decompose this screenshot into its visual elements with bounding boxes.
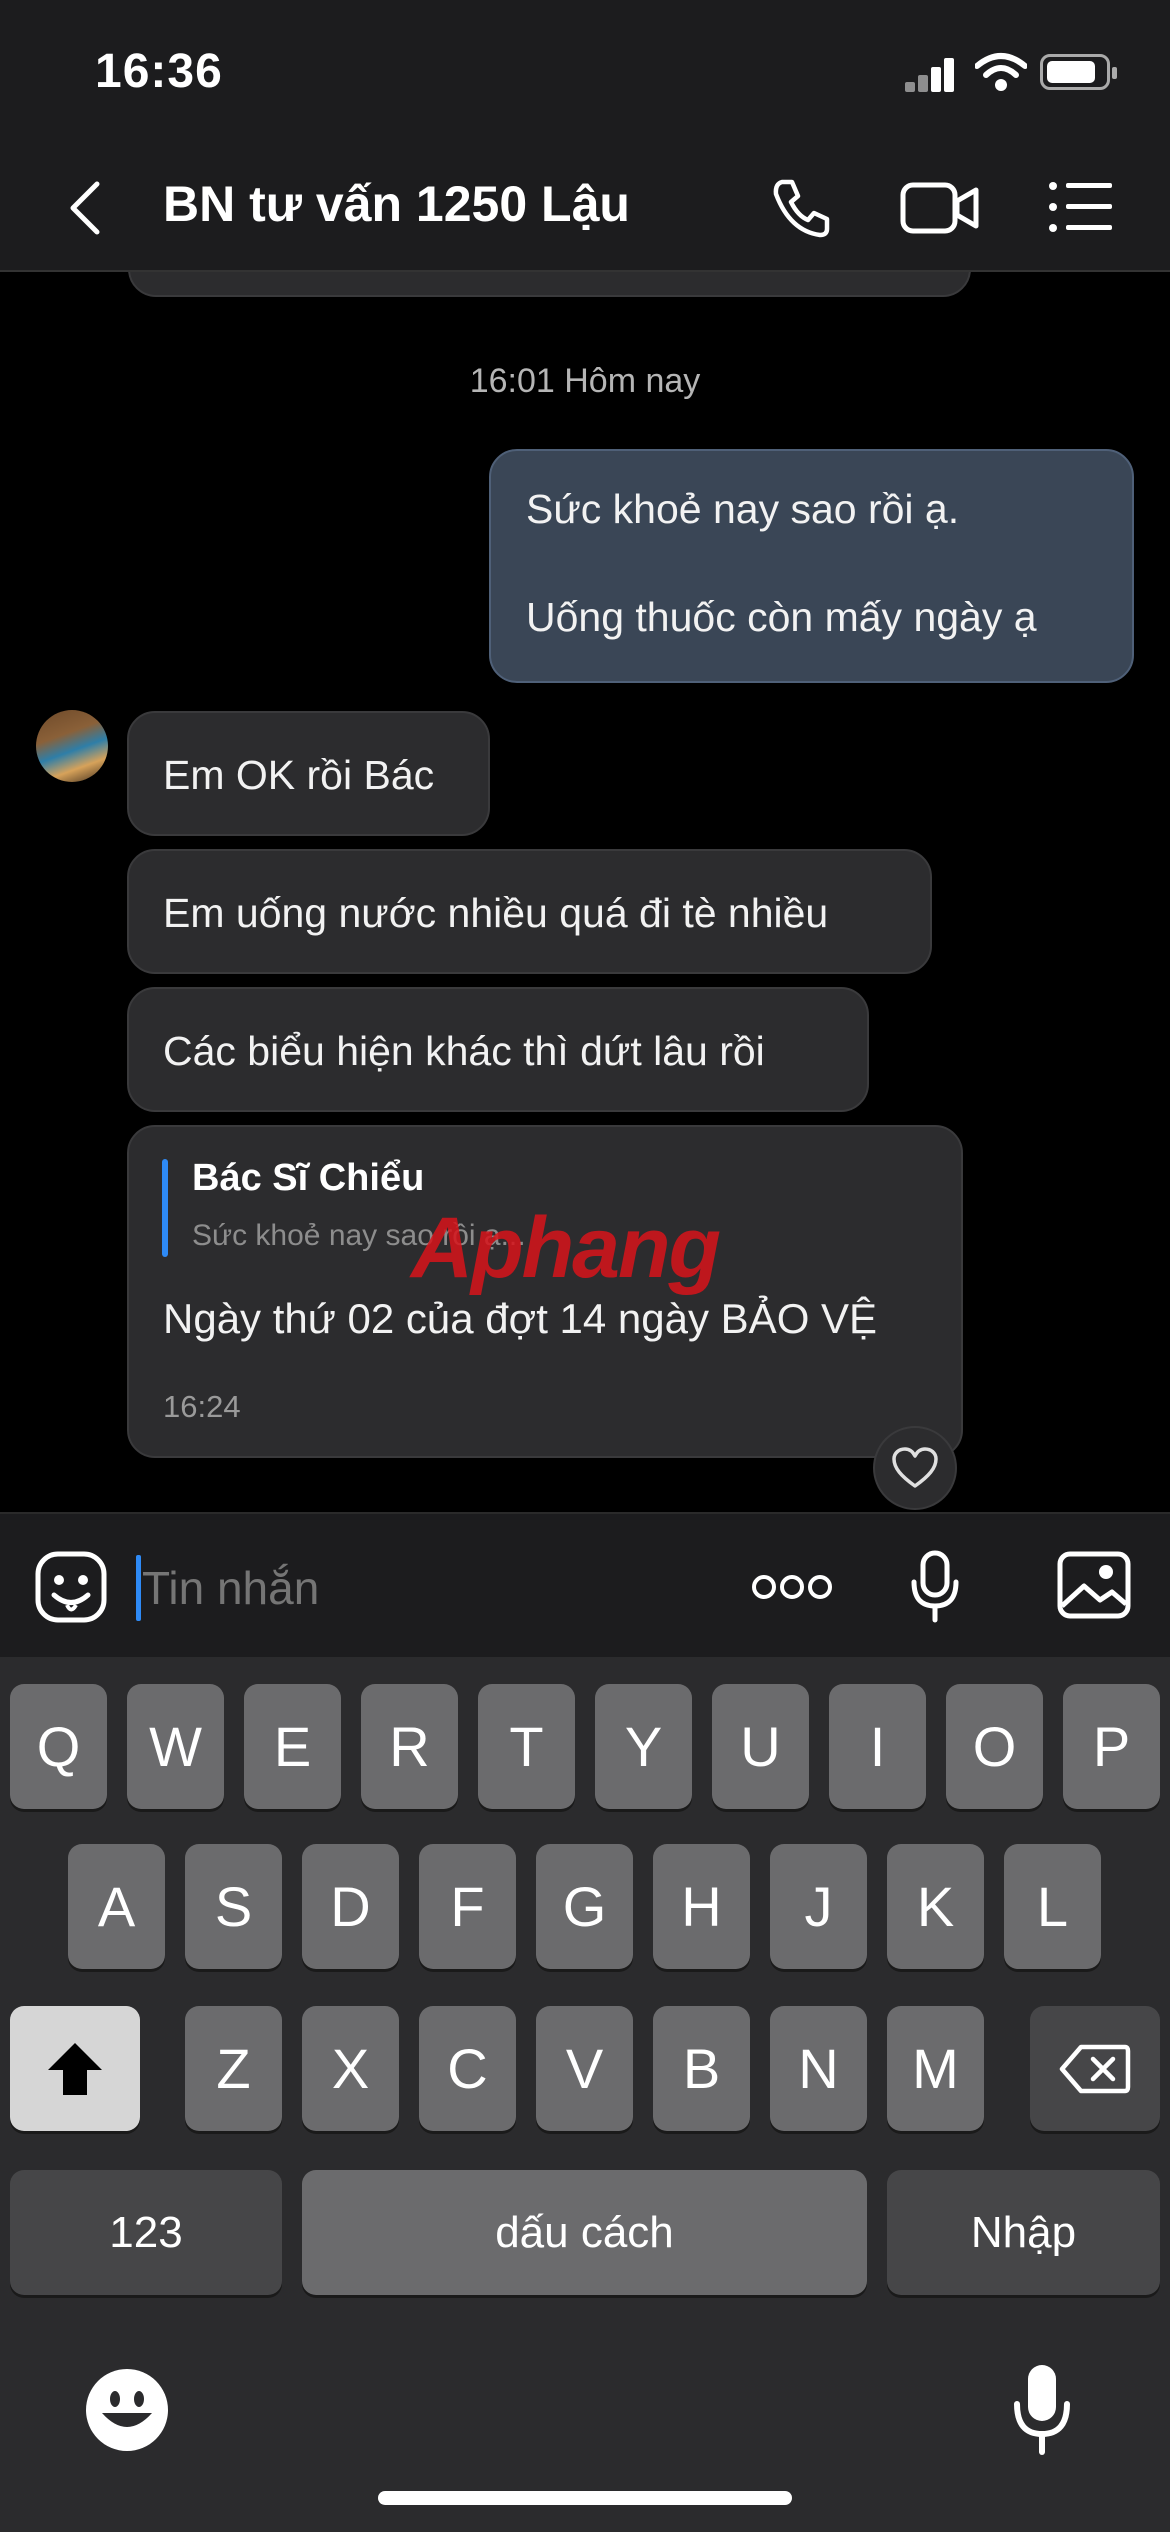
date-divider: 16:01 Hôm nay	[469, 362, 701, 400]
incoming-message-bubble[interactable]: Các biểu hiện khác thì dứt lâu rồi	[127, 987, 869, 1112]
previous-message-bubble[interactable]	[128, 272, 971, 297]
key-m[interactable]: M	[887, 2006, 984, 2131]
conversation-title[interactable]: BN tư vấn 1250 Lậu	[163, 175, 630, 233]
key-g[interactable]: G	[536, 1844, 633, 1969]
numbers-key[interactable]: 123	[10, 2170, 282, 2295]
video-icon[interactable]	[900, 180, 980, 236]
quote-bar	[162, 1159, 168, 1257]
sticker-icon[interactable]	[34, 1550, 108, 1624]
key-k[interactable]: K	[887, 1844, 984, 1969]
shift-icon	[48, 2042, 102, 2095]
message-text: Các biểu hiện khác thì dứt lâu rồi	[163, 1028, 765, 1074]
phone-icon[interactable]	[768, 176, 832, 240]
home-indicator[interactable]	[378, 2491, 792, 2505]
battery-icon	[1040, 54, 1117, 90]
key-j[interactable]: J	[770, 1844, 867, 1969]
key-p[interactable]: P	[1063, 1684, 1160, 1809]
message-text: Em OK rồi Bác	[163, 752, 435, 798]
key-i[interactable]: I	[829, 1684, 926, 1809]
message-text: Em uống nước nhiều quá đi tè nhiều	[163, 890, 829, 936]
space-key[interactable]: dấu cách	[302, 2170, 867, 2295]
incoming-message-bubble[interactable]: Em uống nước nhiều quá đi tè nhiều	[127, 849, 932, 974]
incoming-message-bubble[interactable]: Em OK rồi Bác	[127, 711, 490, 836]
outgoing-message-bubble[interactable]: Sức khoẻ nay sao rồi ạ. Uống thuốc còn m…	[489, 449, 1134, 683]
key-q[interactable]: Q	[10, 1684, 107, 1809]
key-d[interactable]: D	[302, 1844, 399, 1969]
message-text: Ngày thứ 02 của đợt 14 ngày BẢO VỆ	[163, 1295, 878, 1342]
key-f[interactable]: F	[419, 1844, 516, 1969]
key-u[interactable]: U	[712, 1684, 809, 1809]
mic-icon[interactable]	[910, 1550, 960, 1624]
key-o[interactable]: O	[946, 1684, 1043, 1809]
status-time: 16:36	[95, 45, 223, 98]
key-n[interactable]: N	[770, 2006, 867, 2131]
heart-icon	[892, 1447, 938, 1488]
key-h[interactable]: H	[653, 1844, 750, 1969]
text-cursor	[136, 1555, 141, 1621]
signal-icon	[905, 56, 955, 92]
watermark: Aphang	[411, 1200, 721, 1296]
key-b[interactable]: B	[653, 2006, 750, 2131]
avatar[interactable]	[36, 710, 108, 782]
key-v[interactable]: V	[536, 2006, 633, 2131]
key-x[interactable]: X	[302, 2006, 399, 2131]
backspace-icon	[1059, 2044, 1131, 2093]
dictation-icon[interactable]	[1012, 2362, 1072, 2458]
key-t[interactable]: T	[478, 1684, 575, 1809]
menu-icon[interactable]	[1048, 180, 1114, 234]
key-s[interactable]: S	[185, 1844, 282, 1969]
message-list[interactable]: 16:01 Hôm nay Sức khoẻ nay sao rồi ạ. Uố…	[0, 272, 1170, 1512]
message-text: Sức khoẻ nay sao rồi ạ.	[526, 486, 960, 532]
key-a[interactable]: A	[68, 1844, 165, 1969]
reaction-button[interactable]	[873, 1426, 957, 1510]
message-time: 16:24	[163, 1389, 241, 1424]
key-w[interactable]: W	[127, 1684, 224, 1809]
return-key[interactable]: Nhập	[887, 2170, 1160, 2295]
message-input[interactable]	[142, 1555, 702, 1621]
key-l[interactable]: L	[1004, 1844, 1101, 1969]
keyboard: Q W E R T Y U I O P A S D F G H J K L Z …	[0, 1657, 1170, 2532]
emoji-keyboard-button[interactable]	[86, 2369, 168, 2451]
shift-key[interactable]	[10, 2006, 140, 2131]
reply-message-bubble[interactable]: Bác Sĩ Chiểu Sức khoẻ nay sao rồi ạ... A…	[127, 1125, 963, 1458]
image-icon[interactable]	[1056, 1550, 1132, 1620]
key-r[interactable]: R	[361, 1684, 458, 1809]
back-icon[interactable]	[65, 178, 105, 238]
emoji-icon	[102, 2391, 152, 2427]
wifi-icon	[975, 53, 1027, 91]
more-icon[interactable]	[752, 1572, 832, 1602]
backspace-key[interactable]	[1030, 2006, 1160, 2131]
message-text: Uống thuốc còn mấy ngày ạ	[526, 594, 1037, 640]
key-y[interactable]: Y	[595, 1684, 692, 1809]
key-z[interactable]: Z	[185, 2006, 282, 2131]
quote-author: Bác Sĩ Chiểu	[192, 1157, 425, 1199]
key-c[interactable]: C	[419, 2006, 516, 2131]
key-e[interactable]: E	[244, 1684, 341, 1809]
